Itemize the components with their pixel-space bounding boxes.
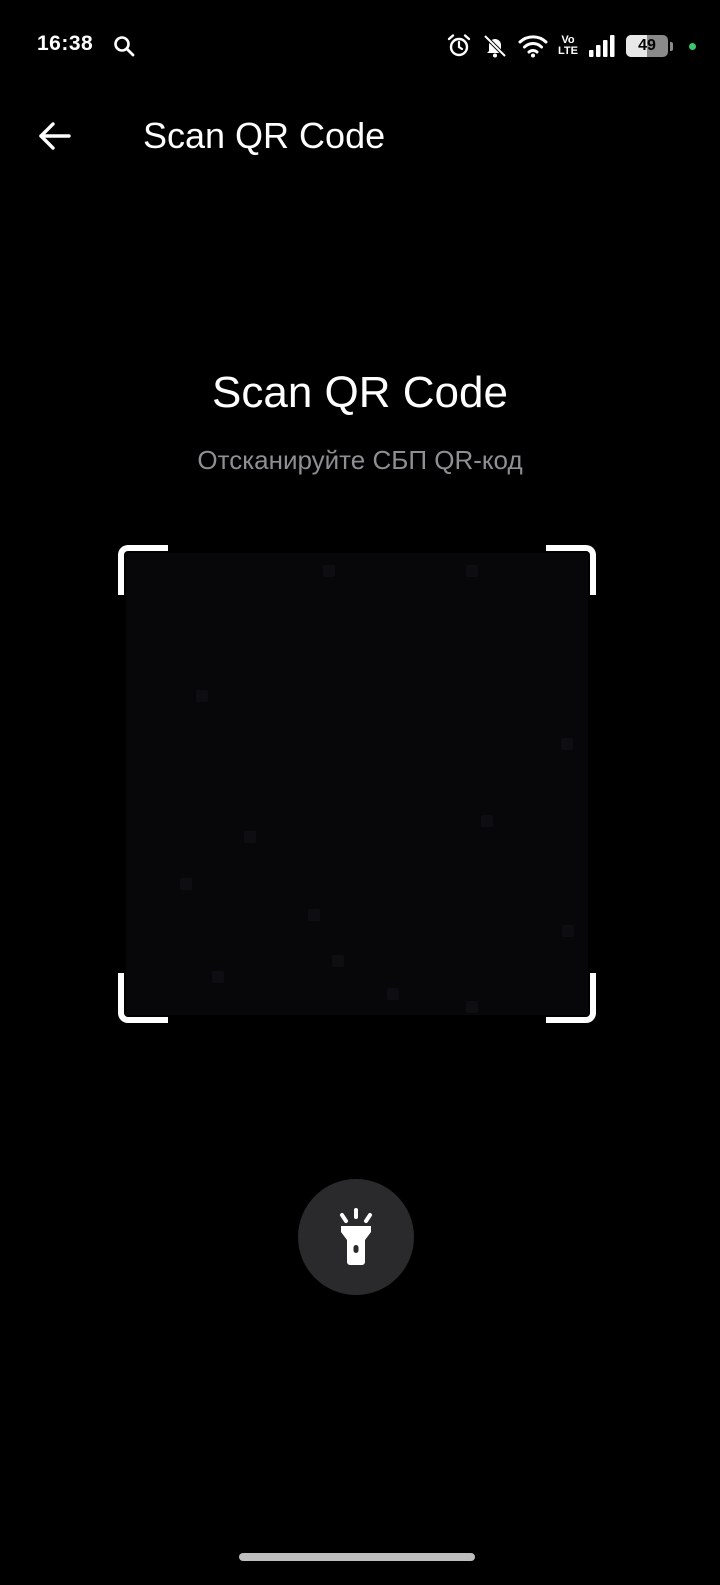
preview-speck: [180, 878, 192, 890]
status-bar: 16:38 Vo LTE 49: [0, 0, 720, 92]
status-time: 16:38: [37, 32, 94, 55]
bell-muted-icon: [483, 34, 507, 58]
preview-speck: [562, 925, 574, 937]
preview-speck: [481, 815, 493, 827]
qr-viewfinder: [118, 545, 596, 1023]
volte-bottom: LTE: [558, 45, 578, 57]
viewfinder-corner-top-left: [118, 545, 168, 595]
status-icons: Vo LTE 49: [446, 31, 696, 61]
viewfinder-corner-bottom-right: [546, 973, 596, 1023]
battery-level: 49: [638, 37, 656, 54]
app-bar: Scan QR Code: [0, 100, 720, 170]
preview-speck: [466, 565, 478, 577]
camera-preview: [126, 553, 588, 1015]
arrow-left-icon: [39, 122, 71, 150]
viewfinder-corner-bottom-left: [118, 973, 168, 1023]
signal-icon: [589, 35, 615, 57]
preview-speck: [308, 909, 320, 921]
viewfinder-corner-top-right: [546, 545, 596, 595]
home-indicator[interactable]: [239, 1553, 475, 1561]
battery-cap: [670, 41, 673, 51]
flashlight-icon: [340, 1208, 372, 1265]
preview-speck: [387, 988, 399, 1000]
search-icon: [114, 36, 135, 57]
flashlight-button[interactable]: [298, 1179, 414, 1295]
battery-icon: 49: [626, 35, 668, 57]
back-button[interactable]: [30, 114, 80, 158]
alarm-icon: [447, 34, 471, 57]
volte-indicator: Vo LTE: [558, 35, 578, 57]
scan-subtitle: Отсканируйте СБП QR-код: [197, 445, 523, 475]
preview-speck: [244, 831, 256, 843]
wifi-icon: [518, 35, 548, 58]
preview-speck: [212, 971, 224, 983]
page-title: Scan QR Code: [143, 115, 386, 156]
preview-speck: [466, 1001, 478, 1013]
preview-speck: [323, 565, 335, 577]
scan-heading: Scan QR Code: [212, 368, 508, 417]
preview-speck: [196, 690, 208, 702]
preview-speck: [561, 738, 573, 750]
preview-speck: [332, 955, 344, 967]
charging-dot: [689, 42, 696, 50]
